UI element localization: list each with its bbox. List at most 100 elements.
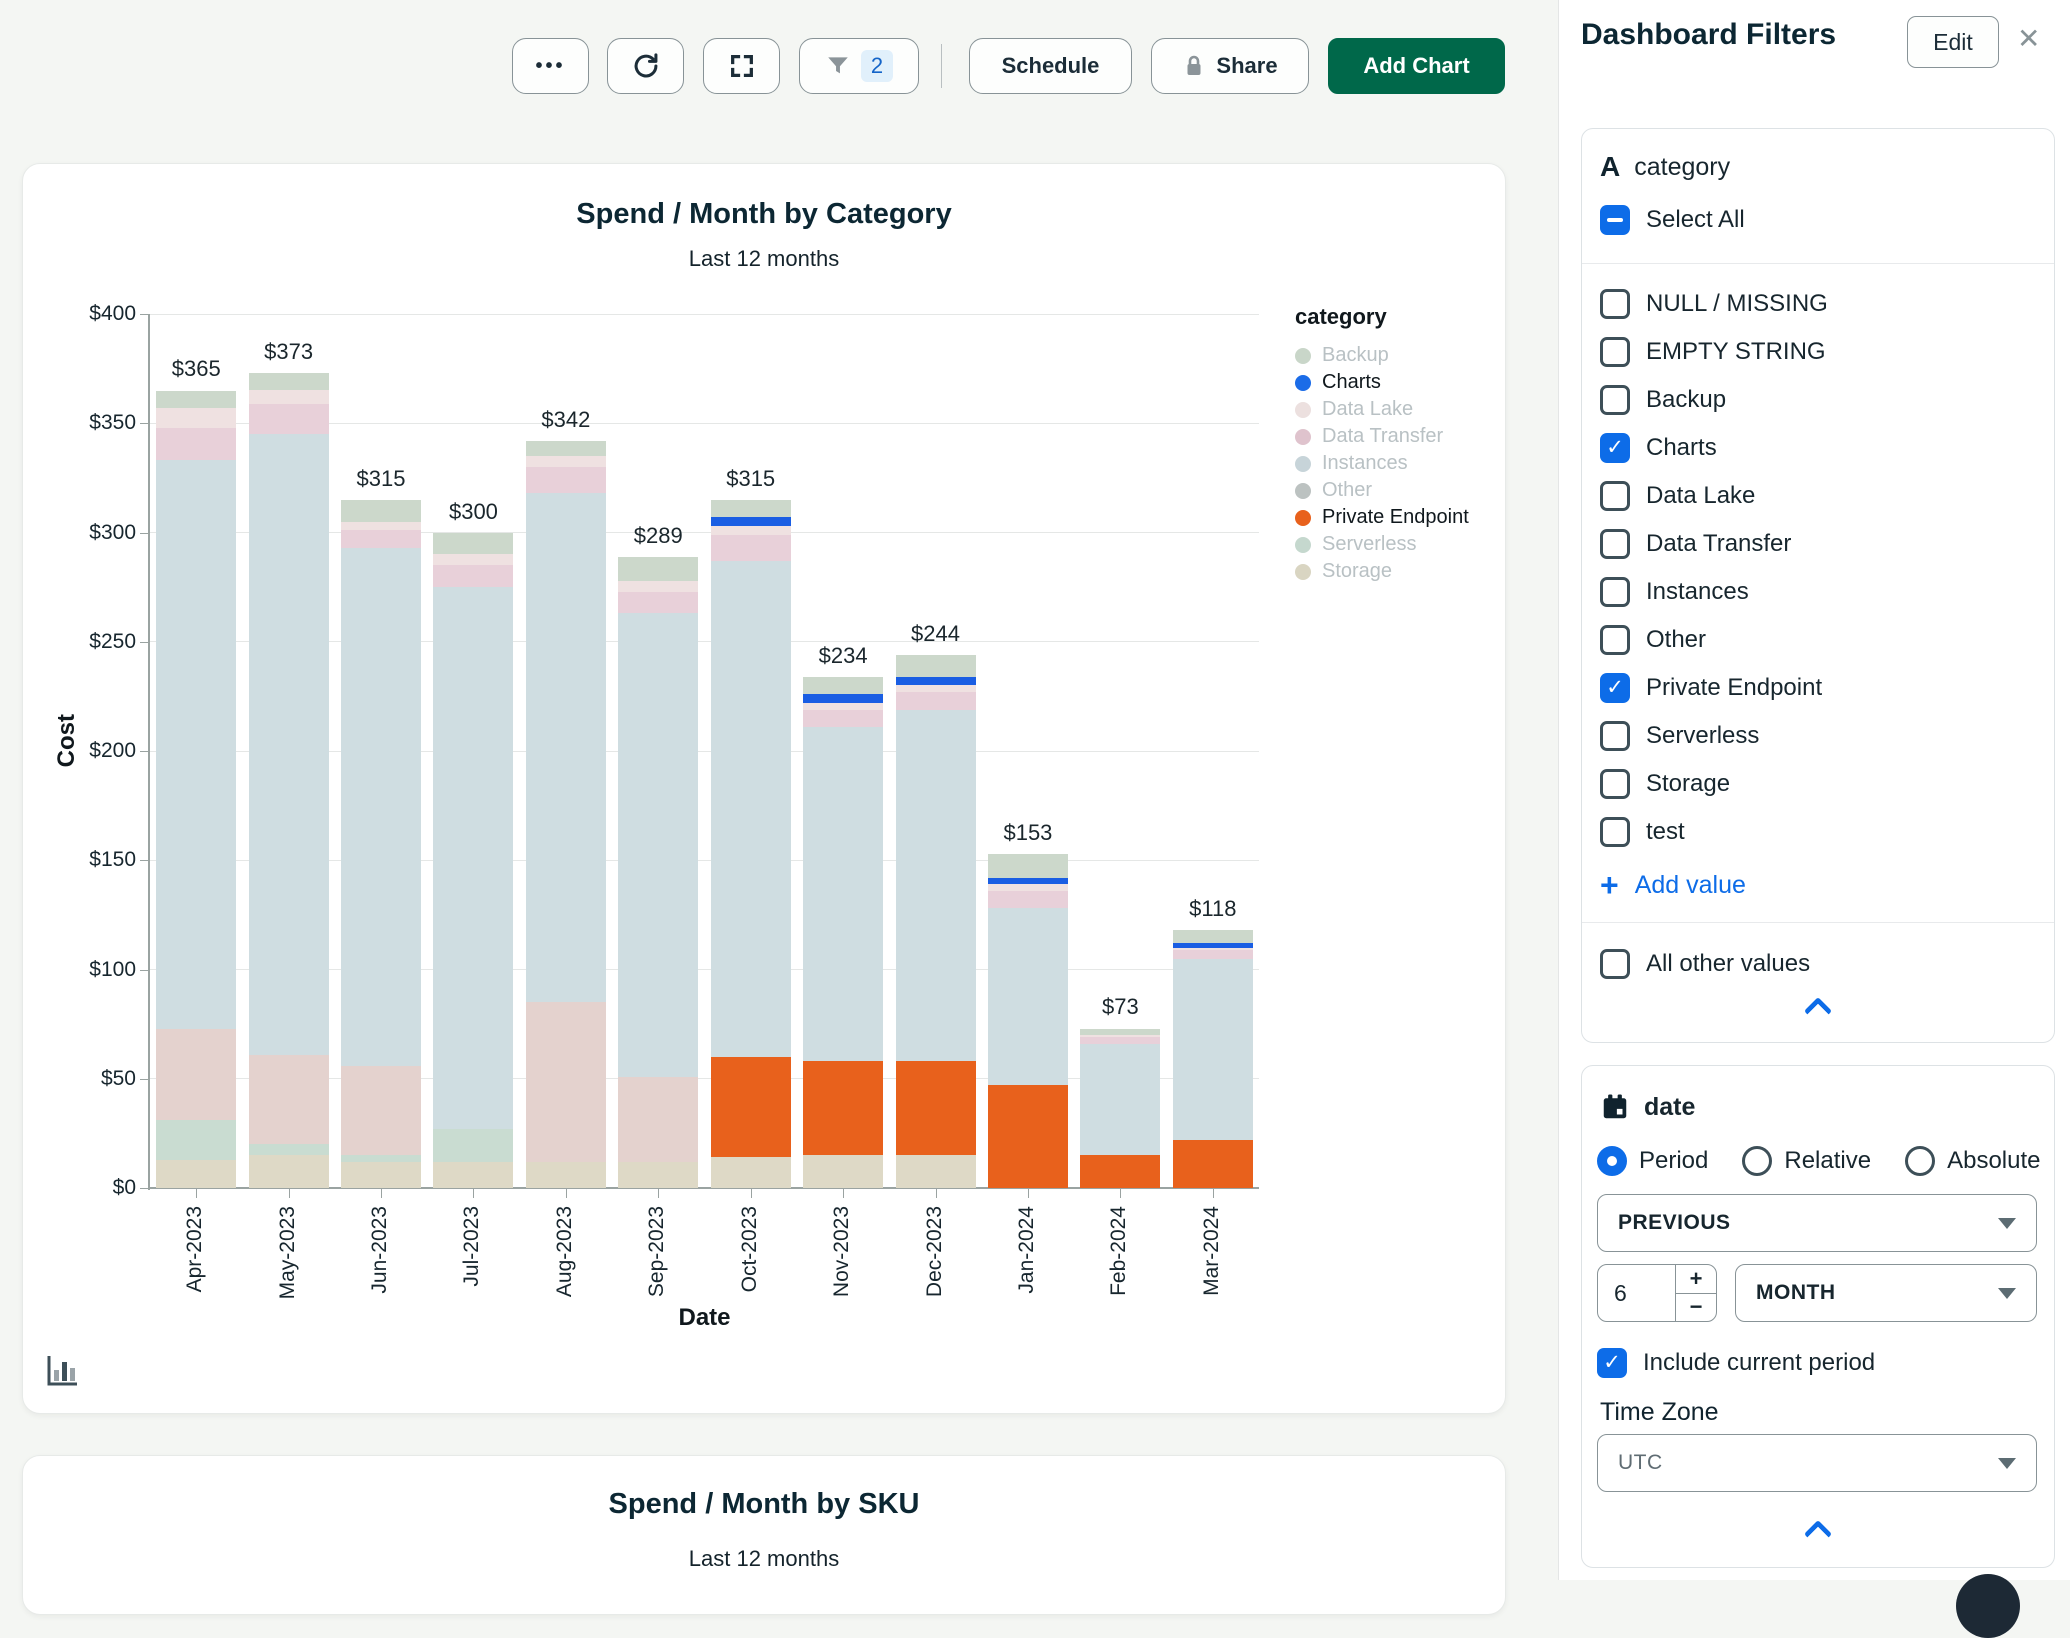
bar-segment-Storage[interactable] <box>803 1155 884 1188</box>
bar-segment-Private Endpoint[interactable] <box>987 1085 1068 1188</box>
category-value-checkbox[interactable] <box>1600 384 1630 415</box>
bar-May-2023[interactable] <box>248 373 329 1188</box>
bar-segment-Charts[interactable] <box>710 517 791 526</box>
bar-segment-Other[interactable] <box>525 1002 606 1162</box>
bar-segment-Charts[interactable] <box>895 676 976 686</box>
bar-segment-Data Transfer[interactable] <box>433 565 514 588</box>
bar-segment-Backup[interactable] <box>433 532 514 555</box>
edit-filters-button[interactable]: Edit <box>1907 16 1999 68</box>
filter-button[interactable]: 2 <box>799 38 919 94</box>
bar-segment-Storage[interactable] <box>895 1155 976 1188</box>
bar-segment-Storage[interactable] <box>341 1161 422 1188</box>
category-value-checkbox[interactable] <box>1600 336 1630 367</box>
bar-segment-Backup[interactable] <box>710 499 791 518</box>
bar-segment-Serverless[interactable] <box>248 1144 329 1156</box>
select-all-checkbox[interactable] <box>1600 205 1630 235</box>
legend-item-Backup[interactable]: Backup <box>1295 342 1505 369</box>
category-value-row-Other[interactable]: Other <box>1600 623 1828 656</box>
category-value-checkbox[interactable] <box>1600 432 1630 463</box>
include-current-period-row[interactable]: Include current period <box>1597 1348 1875 1378</box>
bar-Aug-2023[interactable] <box>525 440 606 1188</box>
bar-segment-Data Lake[interactable] <box>710 525 791 535</box>
category-value-checkbox[interactable] <box>1600 768 1630 799</box>
bar-segment-Serverless[interactable] <box>156 1120 237 1160</box>
bar-segment-Instances[interactable] <box>710 560 791 1057</box>
legend-item-Data Lake[interactable]: Data Lake <box>1295 396 1505 423</box>
category-value-row-Serverless[interactable]: Serverless <box>1600 719 1828 752</box>
category-value-checkbox[interactable] <box>1600 480 1630 511</box>
category-value-row-Backup[interactable]: Backup <box>1600 383 1828 416</box>
bar-segment-Private Endpoint[interactable] <box>803 1061 884 1156</box>
unit-select[interactable]: MONTH <box>1735 1264 2037 1322</box>
bar-segment-Instances[interactable] <box>433 587 514 1130</box>
category-value-checkbox[interactable] <box>1600 672 1630 703</box>
bar-segment-Backup[interactable] <box>1172 930 1253 944</box>
legend-item-Serverless[interactable]: Serverless <box>1295 531 1505 558</box>
collapse-category-filter[interactable] <box>1582 996 2054 1026</box>
bar-segment-Data Lake[interactable] <box>156 407 237 428</box>
bar-Apr-2023[interactable] <box>156 390 237 1188</box>
bar-segment-Private Endpoint[interactable] <box>710 1056 791 1158</box>
bar-segment-Serverless[interactable] <box>341 1155 422 1162</box>
bar-segment-Data Lake[interactable] <box>341 521 422 531</box>
bar-segment-Data Transfer[interactable] <box>710 534 791 561</box>
bar-segment-Private Endpoint[interactable] <box>1080 1155 1161 1188</box>
bar-segment-Data Lake[interactable] <box>803 702 884 710</box>
bar-segment-Storage[interactable] <box>618 1161 699 1188</box>
bar-segment-Backup[interactable] <box>341 499 422 522</box>
bar-segment-Instances[interactable] <box>1080 1043 1161 1156</box>
bar-segment-Data Transfer[interactable] <box>525 466 606 494</box>
category-value-row-EMPTY STRING[interactable]: EMPTY STRING <box>1600 335 1828 368</box>
bar-segment-Other[interactable] <box>248 1054 329 1145</box>
bar-segment-Data Transfer[interactable] <box>156 427 237 461</box>
bar-segment-Storage[interactable] <box>156 1159 237 1188</box>
bar-segment-Data Transfer[interactable] <box>1172 949 1253 959</box>
bar-Sep-2023[interactable] <box>618 556 699 1188</box>
more-options-button[interactable]: ••• <box>512 38 589 94</box>
bar-segment-Other[interactable] <box>618 1076 699 1162</box>
bar-segment-Serverless[interactable] <box>433 1129 514 1162</box>
close-icon[interactable]: ✕ <box>2017 22 2040 55</box>
schedule-button[interactable]: Schedule <box>969 38 1132 94</box>
date-mode-period[interactable]: Period <box>1597 1146 1708 1176</box>
bar-segment-Data Transfer[interactable] <box>341 530 422 548</box>
category-value-checkbox[interactable] <box>1600 528 1630 559</box>
bar-segment-Private Endpoint[interactable] <box>895 1061 976 1156</box>
bar-segment-Data Transfer[interactable] <box>987 890 1068 909</box>
legend-item-Data Transfer[interactable]: Data Transfer <box>1295 423 1505 450</box>
bar-Jul-2023[interactable] <box>433 532 514 1188</box>
add-value-button[interactable]: + Add value <box>1600 869 1746 901</box>
bar-segment-Data Lake[interactable] <box>1172 947 1253 950</box>
category-value-row-Data Lake[interactable]: Data Lake <box>1600 479 1828 512</box>
bar-segment-Data Lake[interactable] <box>895 685 976 693</box>
bar-segment-Backup[interactable] <box>895 654 976 677</box>
category-value-row-Instances[interactable]: Instances <box>1600 575 1828 608</box>
bar-segment-Instances[interactable] <box>525 493 606 1003</box>
category-value-checkbox[interactable] <box>1600 816 1630 847</box>
bar-segment-Data Transfer[interactable] <box>248 403 329 435</box>
category-value-checkbox[interactable] <box>1600 288 1630 319</box>
select-all-row[interactable]: Select All <box>1600 205 1745 235</box>
bar-Feb-2024[interactable] <box>1080 1028 1161 1188</box>
bar-segment-Other[interactable] <box>156 1028 237 1121</box>
bar-segment-Instances[interactable] <box>1172 958 1253 1140</box>
bar-segment-Data Lake[interactable] <box>433 554 514 566</box>
category-value-row-Data Transfer[interactable]: Data Transfer <box>1600 527 1828 560</box>
bar-segment-Backup[interactable] <box>618 556 699 581</box>
bar-segment-Backup[interactable] <box>525 440 606 457</box>
increment-button[interactable]: + <box>1676 1265 1716 1294</box>
share-button[interactable]: Share <box>1151 38 1309 94</box>
bar-segment-Other[interactable] <box>341 1065 422 1156</box>
bar-segment-Storage[interactable] <box>710 1157 791 1188</box>
legend-item-Private Endpoint[interactable]: Private Endpoint <box>1295 504 1505 531</box>
bar-Nov-2023[interactable] <box>803 676 884 1188</box>
radio-period[interactable] <box>1597 1146 1627 1176</box>
radio-absolute[interactable] <box>1905 1146 1936 1176</box>
bar-segment-Data Lake[interactable] <box>525 456 606 467</box>
bar-Dec-2023[interactable] <box>895 654 976 1188</box>
legend-item-Charts[interactable]: Charts <box>1295 369 1505 396</box>
bar-segment-Storage[interactable] <box>433 1161 514 1188</box>
bar-Jan-2024[interactable] <box>987 853 1068 1188</box>
bar-segment-Instances[interactable] <box>895 709 976 1062</box>
add-chart-button[interactable]: Add Chart <box>1328 38 1505 94</box>
